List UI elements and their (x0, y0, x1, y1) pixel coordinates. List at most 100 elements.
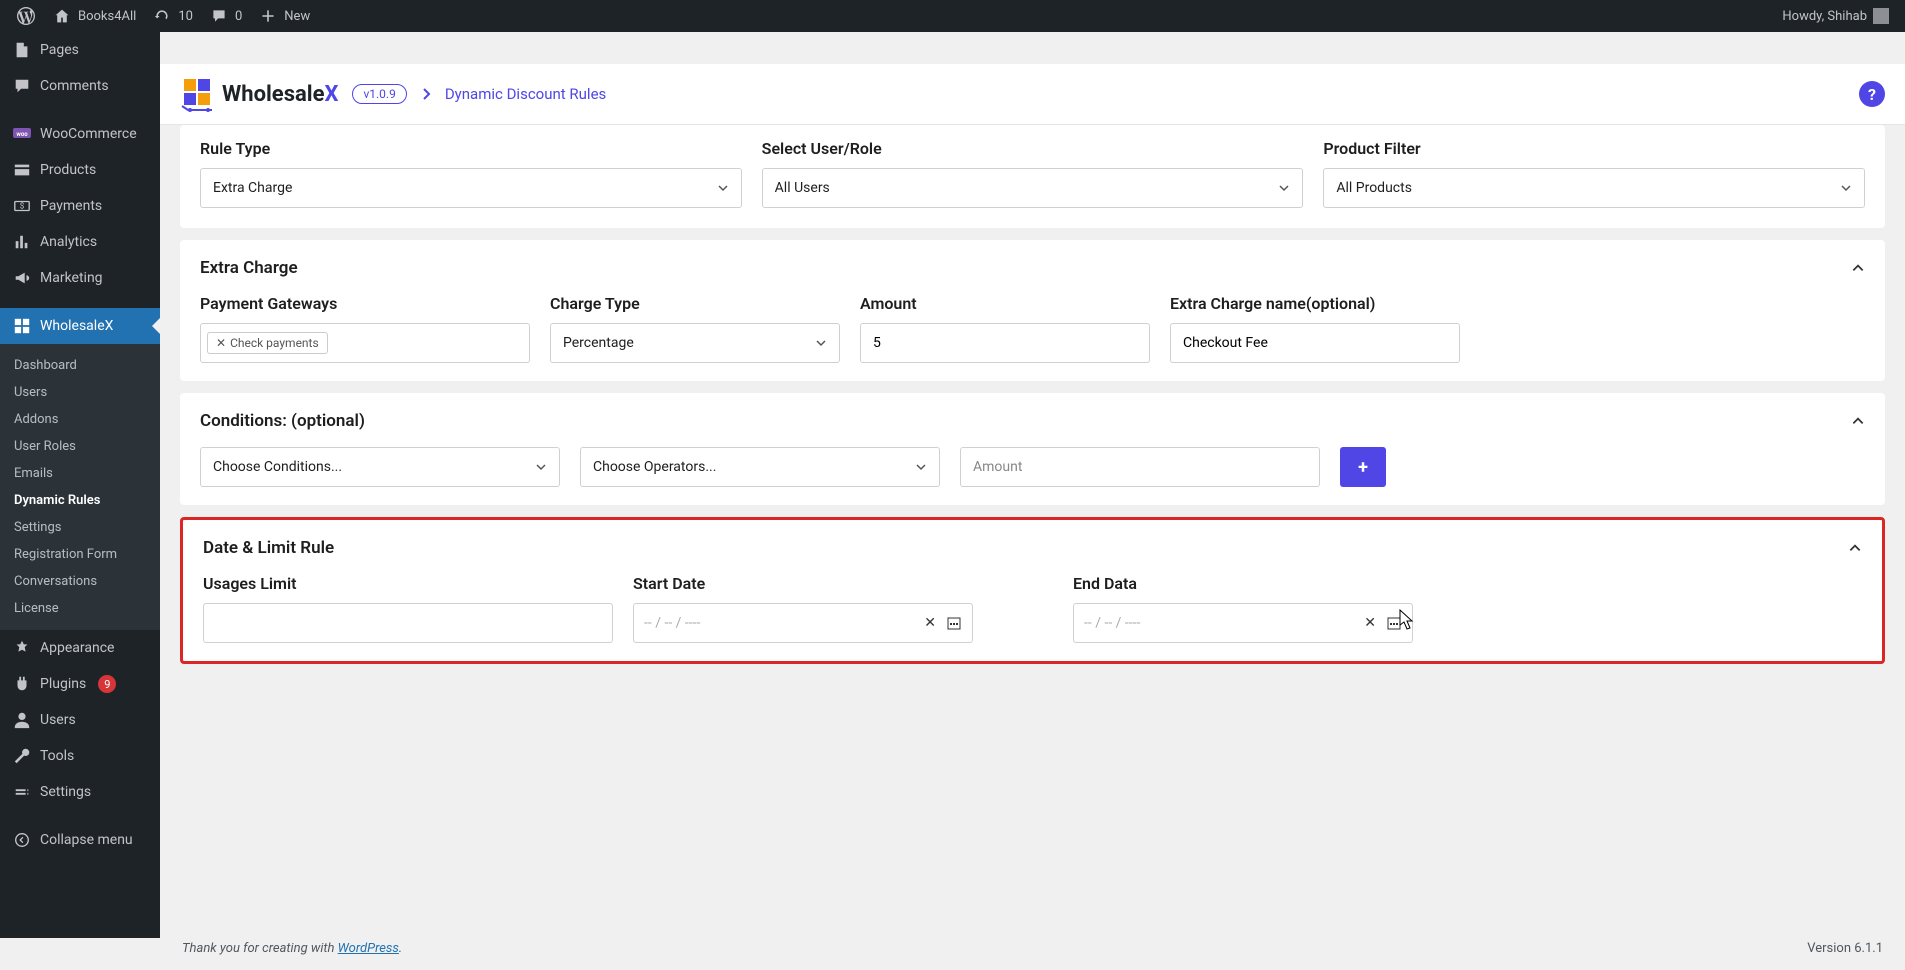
end-date-label: End Data (1073, 574, 1493, 593)
chevron-down-icon (535, 461, 547, 473)
menu-products[interactable]: Products (0, 152, 160, 188)
user-role-select[interactable]: All Users (762, 168, 1304, 208)
menu-tools[interactable]: Tools (0, 738, 160, 774)
new-label: New (284, 9, 310, 24)
submenu-emails[interactable]: Emails (0, 460, 160, 487)
tools-icon (12, 746, 32, 766)
account-link[interactable]: Howdy, Shihab (1774, 0, 1897, 32)
wp-footer: Thank you for creating with WordPress. V… (160, 927, 1905, 970)
menu-pages[interactable]: Pages (0, 32, 160, 68)
submenu-addons[interactable]: Addons (0, 406, 160, 433)
conditions-select[interactable]: Choose Conditions... (200, 447, 560, 487)
chevron-down-icon (717, 182, 729, 194)
wp-version: Version 6.1.1 (1807, 941, 1883, 956)
date-limit-panel: Date & Limit Rule Usages Limit Start Dat… (180, 517, 1885, 664)
marketing-icon (12, 268, 32, 288)
usages-limit-label: Usages Limit (203, 574, 613, 593)
calendar-icon[interactable] (946, 615, 962, 631)
submenu-dashboard[interactable]: Dashboard (0, 352, 160, 379)
menu-marketing[interactable]: Marketing (0, 260, 160, 296)
chevron-down-icon (1278, 182, 1290, 194)
submenu-dynamic-rules[interactable]: Dynamic Rules (0, 487, 160, 514)
collapse-toggle[interactable] (1851, 261, 1865, 275)
product-filter-label: Product Filter (1323, 139, 1865, 158)
svg-text:$: $ (20, 201, 25, 211)
submenu-settings[interactable]: Settings (0, 514, 160, 541)
site-name-link[interactable]: Books4All (44, 0, 144, 32)
rule-type-label: Rule Type (200, 139, 742, 158)
extra-charge-panel: Extra Charge Payment Gateways ✕Check pay… (180, 240, 1885, 381)
gateways-label: Payment Gateways (200, 294, 530, 313)
wordpress-icon (16, 6, 36, 26)
svg-text:woo: woo (16, 131, 28, 138)
help-button[interactable]: ? (1859, 81, 1885, 107)
update-icon (152, 6, 172, 26)
add-condition-button[interactable]: + (1340, 447, 1386, 487)
calendar-icon[interactable] (1386, 615, 1402, 631)
collapse-icon (12, 830, 32, 850)
plugins-icon (12, 674, 32, 694)
user-role-label: Select User/Role (762, 139, 1304, 158)
condition-amount-input[interactable] (960, 447, 1320, 487)
start-date-input[interactable]: -- / -- / ---- ✕ (633, 603, 973, 643)
menu-wholesalex[interactable]: WholesaleX (0, 308, 160, 344)
extra-charge-title: Extra Charge (200, 258, 298, 278)
chevron-down-icon (915, 461, 927, 473)
gateways-input[interactable]: ✕Check payments (200, 323, 530, 363)
charge-name-input[interactable] (1170, 323, 1460, 363)
gateway-tag[interactable]: ✕Check payments (207, 332, 328, 354)
close-icon: ✕ (216, 336, 226, 350)
wp-logo[interactable] (8, 0, 44, 32)
charge-type-select[interactable]: Percentage (550, 323, 840, 363)
usages-limit-input[interactable] (203, 603, 613, 643)
end-date-input[interactable]: -- / -- / ---- ✕ (1073, 603, 1413, 643)
pages-icon (12, 40, 32, 60)
new-link[interactable]: New (250, 0, 318, 32)
menu-settings[interactable]: Settings (0, 774, 160, 810)
comments-icon (12, 76, 32, 96)
updates-link[interactable]: 10 (144, 0, 201, 32)
submenu-users[interactable]: Users (0, 379, 160, 406)
amount-input[interactable] (860, 323, 1150, 363)
rule-basics-panel: Rule Type Extra Charge Select User/Role … (180, 125, 1885, 228)
plus-icon: + (1358, 457, 1368, 478)
menu-users[interactable]: Users (0, 702, 160, 738)
menu-analytics[interactable]: Analytics (0, 224, 160, 260)
amount-label: Amount (860, 294, 1150, 313)
collapse-toggle[interactable] (1848, 541, 1862, 555)
start-date-label: Start Date (633, 574, 1053, 593)
product-filter-select[interactable]: All Products (1323, 168, 1865, 208)
submenu-registration-form[interactable]: Registration Form (0, 541, 160, 568)
submenu-user-roles[interactable]: User Roles (0, 433, 160, 460)
admin-bar-right: Howdy, Shihab (1774, 0, 1897, 32)
plus-icon (258, 6, 278, 26)
submenu-license[interactable]: License (0, 595, 160, 622)
howdy-text: Howdy, Shihab (1782, 9, 1867, 24)
operators-select[interactable]: Choose Operators... (580, 447, 940, 487)
collapse-toggle[interactable] (1851, 414, 1865, 428)
payments-icon: $ (12, 196, 32, 216)
date-limit-title: Date & Limit Rule (203, 538, 334, 558)
logo-mark-icon (180, 76, 216, 112)
rule-type-select[interactable]: Extra Charge (200, 168, 742, 208)
chevron-down-icon (1840, 182, 1852, 194)
clear-icon[interactable]: ✕ (924, 615, 936, 631)
app-header: WholesaleX v1.0.9 Dynamic Discount Rules… (160, 64, 1905, 125)
breadcrumb-page[interactable]: Dynamic Discount Rules (445, 85, 606, 103)
submenu-conversations[interactable]: Conversations (0, 568, 160, 595)
conditions-title: Conditions: (optional) (200, 411, 365, 431)
help-icon: ? (1868, 85, 1876, 104)
home-icon (52, 6, 72, 26)
menu-payments[interactable]: $Payments (0, 188, 160, 224)
menu-appearance[interactable]: Appearance (0, 630, 160, 666)
menu-comments[interactable]: Comments (0, 68, 160, 104)
clear-icon[interactable]: ✕ (1364, 615, 1376, 631)
admin-bar-left: Books4All 10 0 New (8, 0, 318, 32)
menu-plugins[interactable]: Plugins9 (0, 666, 160, 702)
wordpress-link[interactable]: WordPress (338, 941, 399, 956)
comments-link[interactable]: 0 (201, 0, 250, 32)
charge-type-label: Charge Type (550, 294, 840, 313)
woo-icon: woo (12, 124, 32, 144)
menu-collapse[interactable]: Collapse menu (0, 822, 160, 858)
menu-woocommerce[interactable]: wooWooCommerce (0, 116, 160, 152)
